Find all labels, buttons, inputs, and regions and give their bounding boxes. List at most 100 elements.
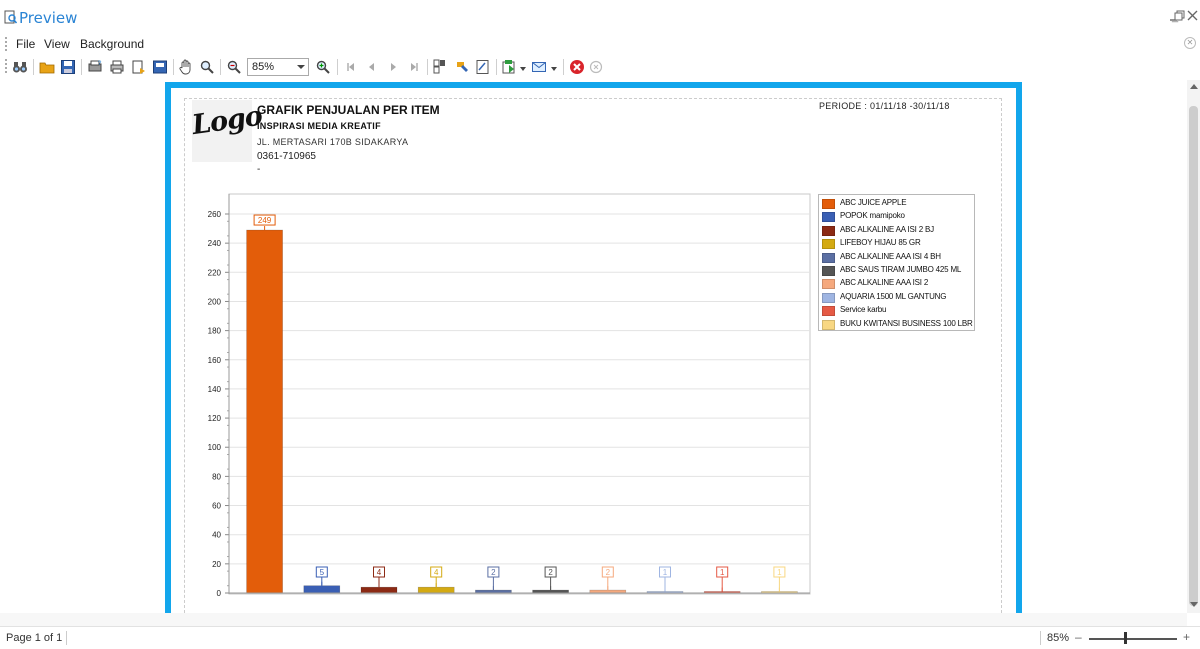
data-label: 1	[777, 568, 782, 577]
zoom-combo[interactable]: 85%	[247, 58, 309, 76]
legend-swatch	[822, 212, 835, 223]
last-page-icon[interactable]	[406, 59, 422, 75]
send-email-icon[interactable]	[531, 59, 547, 75]
zoom-out-icon[interactable]	[226, 59, 242, 75]
vertical-scrollbar[interactable]	[1187, 80, 1200, 613]
multiple-pages-icon[interactable]	[432, 59, 448, 75]
binoculars-icon[interactable]	[12, 59, 28, 75]
hand-tool-icon[interactable]	[178, 59, 194, 75]
status-bar: Page 1 of 1 85% – +	[0, 626, 1200, 649]
legend-swatch	[822, 319, 835, 330]
close-preview-icon[interactable]	[569, 59, 585, 75]
menu-view[interactable]: View	[44, 37, 70, 51]
menu-close-icon[interactable]: ✕	[1184, 37, 1196, 49]
data-label: 1	[720, 568, 725, 577]
legend-label: POPOK mamipoko	[840, 211, 905, 221]
data-label: 4	[377, 568, 382, 577]
legend-label: ABC JUICE APPLE	[840, 198, 907, 207]
bar-3	[360, 586, 398, 594]
menu-file[interactable]: File	[16, 37, 35, 51]
y-tick-label: 180	[208, 327, 222, 336]
email-dropdown-icon[interactable]	[551, 67, 557, 71]
toolbar-separator	[337, 59, 338, 75]
watermark-icon[interactable]	[475, 59, 491, 75]
export-icon[interactable]	[152, 59, 168, 75]
toolbar-separator	[427, 59, 428, 75]
scrollbar-thumb[interactable]	[1189, 106, 1198, 606]
legend-label: ABC ALKALINE AAA ISI 2	[840, 278, 929, 288]
horizontal-scrollbar[interactable]	[0, 613, 1187, 626]
toolbar-separator	[173, 59, 174, 75]
scroll-up-icon[interactable]	[1190, 84, 1198, 89]
toolbar-grip[interactable]	[5, 59, 8, 73]
legend-swatch	[822, 252, 835, 263]
legend-label: ABC SAUS TIRAM JUMBO 425 ML	[840, 265, 962, 274]
bar-2	[303, 585, 341, 594]
zoom-in-icon[interactable]	[315, 59, 331, 75]
status-separator	[1040, 631, 1041, 645]
legend-swatch	[822, 239, 835, 250]
company-phone: 0361-710965	[257, 151, 316, 162]
company-extra: -	[257, 164, 261, 175]
print-icon[interactable]	[109, 59, 125, 75]
legend-label: BUKU KWITANSI BUSINESS 100 LBR	[840, 318, 973, 328]
page-setup-icon[interactable]: ?	[87, 59, 103, 75]
open-icon[interactable]	[39, 59, 55, 75]
toolbar-separator	[33, 59, 34, 75]
company-logo: Logo	[190, 100, 264, 162]
zoom-combo-value: 85%	[252, 61, 275, 73]
legend-label: LIFEBOY HIJAU 85 GR	[840, 238, 921, 248]
menu-background[interactable]: Background	[80, 37, 144, 51]
y-tick-label: 240	[208, 239, 222, 248]
legend-item: ABC ALKALINE AA ISI 2 BJ	[822, 225, 972, 236]
stop-icon[interactable]	[588, 59, 604, 75]
y-tick-label: 120	[208, 414, 222, 423]
legend-item: LIFEBOY HIJAU 85 GR	[822, 238, 972, 250]
toolbar: ? 85%	[0, 56, 1200, 78]
legend-label: ABC ALKALINE AAA ISI 4 BH	[840, 251, 941, 261]
legend-item: BUKU KWITANSI BUSINESS 100 LBR	[822, 318, 973, 330]
menu-bar: File View Background ✕	[0, 34, 1200, 54]
data-label: 4	[434, 568, 439, 577]
restore-icon[interactable]	[1174, 10, 1186, 22]
menu-grip[interactable]	[5, 37, 8, 51]
chevron-down-icon[interactable]	[297, 65, 305, 69]
legend-item: ABC SAUS TIRAM JUMBO 425 ML	[822, 265, 972, 276]
bar-1	[246, 229, 283, 594]
toolbar-separator	[496, 59, 497, 75]
export-dropdown-icon[interactable]	[520, 67, 526, 71]
magnifier-icon[interactable]	[199, 59, 215, 75]
data-label: 5	[320, 568, 325, 577]
first-page-icon[interactable]	[343, 59, 359, 75]
legend-item: ABC ALKALINE AAA ISI 2	[822, 278, 972, 290]
quick-print-icon[interactable]	[131, 59, 147, 75]
y-tick-label: 160	[208, 356, 222, 365]
y-tick-label: 80	[212, 472, 221, 481]
legend-swatch	[822, 266, 835, 276]
legend-label: ABC ALKALINE AA ISI 2 BJ	[840, 224, 934, 234]
preview-app-icon	[4, 10, 17, 24]
status-zoom-value: 85%	[1047, 632, 1070, 644]
y-tick-label: 140	[208, 385, 222, 394]
scroll-down-icon[interactable]	[1190, 602, 1198, 607]
legend-swatch	[822, 199, 835, 209]
zoom-plus-button[interactable]: +	[1183, 630, 1190, 644]
bar-4	[417, 586, 455, 594]
save-icon[interactable]	[60, 59, 76, 75]
legend-swatch	[822, 279, 835, 290]
company-address: JL. MERTASARI 170B SIDAKARYA	[257, 137, 409, 147]
close-icon[interactable]	[1187, 10, 1198, 21]
next-page-icon[interactable]	[385, 59, 401, 75]
zoom-slider-track[interactable]	[1089, 638, 1177, 640]
data-label: 2	[606, 568, 611, 577]
zoom-slider-thumb[interactable]	[1124, 632, 1127, 644]
legend-label: Service karbu	[840, 305, 887, 315]
export-document-icon[interactable]	[501, 59, 517, 75]
data-label: 1	[663, 568, 668, 577]
y-tick-label: 40	[212, 531, 221, 540]
color-icon[interactable]	[454, 59, 470, 75]
toolbar-separator	[81, 59, 82, 75]
previous-page-icon[interactable]	[364, 59, 380, 75]
sales-bar-chart: 0 20 40 60 80 100 120 140 160 180 200 220 240 260 249 5…	[208, 193, 811, 598]
zoom-minus-button[interactable]: –	[1075, 630, 1082, 644]
